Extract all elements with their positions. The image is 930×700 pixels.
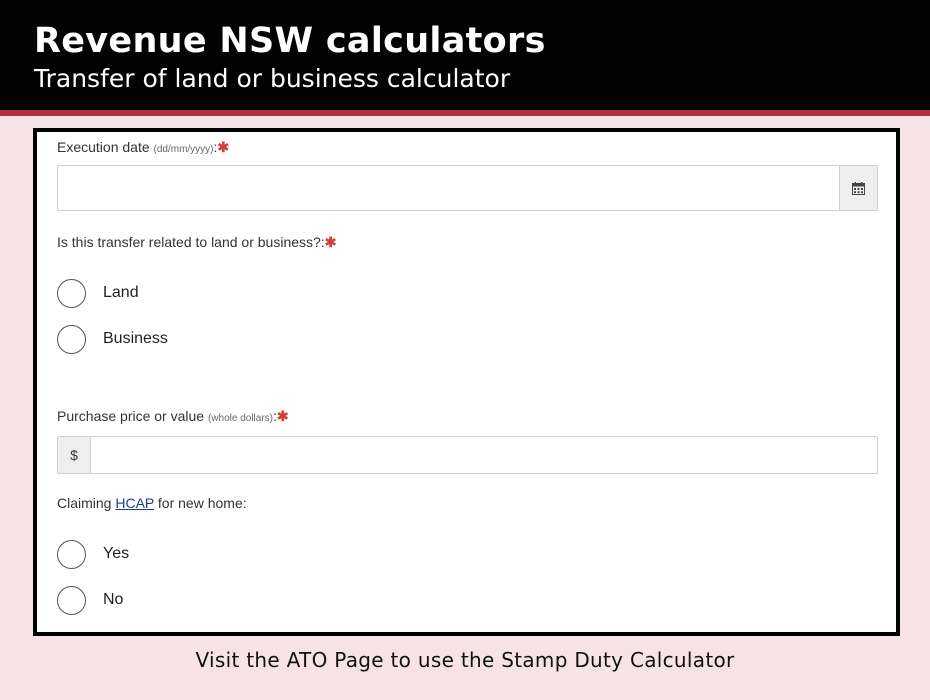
hcap-label-before: Claiming: [57, 495, 116, 511]
purchase-price-label-text: Purchase price or value: [57, 408, 205, 424]
purchase-price-label: Purchase price or value (whole dollars):…: [57, 408, 289, 425]
banner-subtitle: Transfer of land or business calculator: [34, 64, 511, 93]
execution-date-input[interactable]: [58, 166, 840, 210]
banner-title: Revenue NSW calculators: [34, 21, 546, 61]
radio-no[interactable]: No: [57, 584, 123, 616]
radio-land-label: Land: [103, 284, 139, 301]
radio-land[interactable]: Land: [57, 277, 139, 309]
transfer-type-label: Is this transfer related to land or busi…: [57, 234, 336, 251]
calendar-icon: [852, 181, 865, 195]
accent-divider: [0, 110, 930, 116]
radio-circle[interactable]: [57, 539, 86, 569]
purchase-price-hint: (whole dollars): [207, 413, 273, 424]
hcap-link[interactable]: HCAP: [115, 495, 154, 511]
hcap-label-after: for new home:: [154, 495, 247, 511]
footer-caption: Visit the ATO Page to use the Stamp Duty…: [195, 648, 735, 672]
execution-date-hint: (dd/mm/yyyy): [153, 144, 214, 155]
transfer-type-label-text: Is this transfer related to land or busi…: [57, 234, 325, 250]
radio-circle[interactable]: [57, 324, 86, 354]
purchase-price-field: $: [57, 436, 878, 474]
radio-yes[interactable]: Yes: [57, 538, 129, 570]
execution-date-label: Execution date (dd/mm/yyyy):✱: [57, 139, 229, 156]
dollar-prefix: $: [58, 437, 91, 473]
required-mark: ✱: [276, 408, 289, 424]
calculator-form-panel: Execution date (dd/mm/yyyy):✱ Is this tr…: [33, 128, 900, 636]
calendar-button[interactable]: [839, 166, 877, 210]
radio-business-label: Business: [103, 330, 168, 347]
required-mark: ✱: [217, 139, 230, 155]
hcap-label: Claiming HCAP for new home:: [57, 495, 247, 511]
radio-business[interactable]: Business: [57, 323, 168, 355]
purchase-price-input[interactable]: [91, 437, 877, 473]
execution-date-field: [57, 165, 878, 211]
radio-circle[interactable]: [57, 278, 86, 308]
required-mark: ✱: [324, 234, 337, 250]
radio-circle[interactable]: [57, 585, 86, 615]
radio-no-label: No: [103, 591, 124, 608]
header-banner: Revenue NSW calculators Transfer of land…: [0, 0, 930, 110]
execution-date-label-text: Execution date: [57, 139, 150, 155]
radio-yes-label: Yes: [103, 545, 130, 562]
